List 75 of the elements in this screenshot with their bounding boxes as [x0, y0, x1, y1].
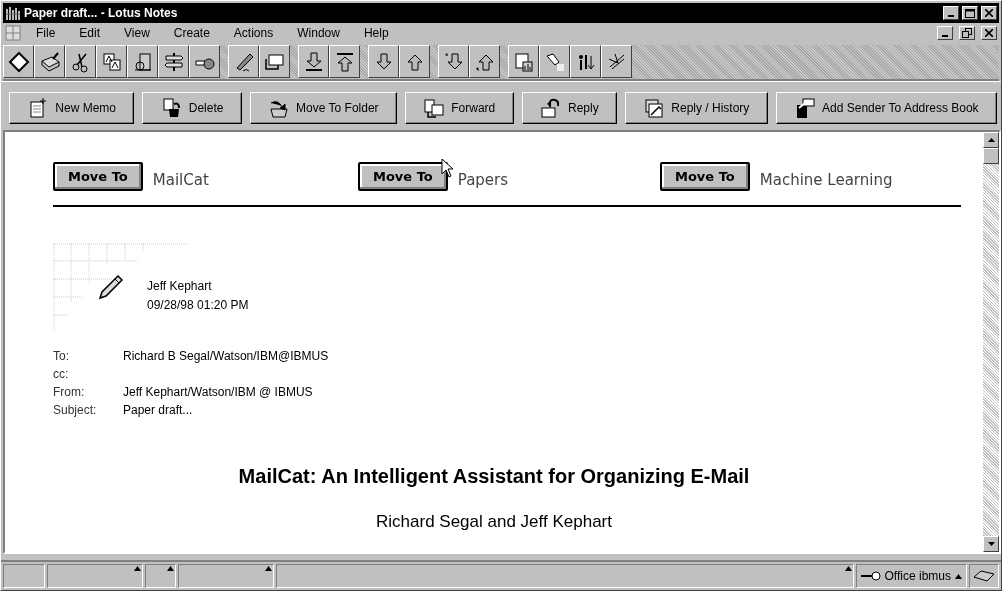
caret-icon[interactable] [955, 573, 962, 579]
folder-name: MailCat [152, 171, 209, 189]
letters-icon[interactable] [96, 45, 127, 78]
scroll-up-icon [987, 138, 995, 142]
caret-icon[interactable] [167, 566, 174, 571]
scissors-icon[interactable] [65, 45, 96, 78]
document-authors: Richard Segal and Jeff Kephart [375, 512, 613, 532]
action-button[interactable]: Forward [404, 92, 514, 124]
field-label: Subject: [53, 402, 98, 419]
caret-icon[interactable] [265, 566, 272, 571]
close-button[interactable] [981, 6, 997, 20]
menu-item[interactable]: Actions [224, 26, 283, 40]
action-button[interactable]: Add Sender To Address Book [775, 92, 997, 124]
close-button[interactable] [981, 26, 997, 40]
mouse-pointer-icon [441, 158, 454, 178]
key-icon [860, 571, 881, 581]
arrow-down-icon[interactable] [368, 45, 399, 78]
move-to-button[interactable]: Move To [660, 162, 750, 191]
field-value: Richard B Segal/Watson/IBM@IBMUS [123, 349, 329, 363]
pencil-icon [97, 273, 125, 301]
window-title: Paper draft... - Lotus Notes [24, 6, 179, 20]
star-arrow-up-icon[interactable] [469, 45, 500, 78]
action-button[interactable]: Delete [142, 92, 242, 124]
menu-item[interactable]: File [27, 26, 65, 40]
caret-icon[interactable] [844, 566, 852, 571]
folder-name: Papers [457, 171, 509, 189]
arrow-up-bar-icon[interactable] [329, 45, 360, 78]
restore-button[interactable] [959, 26, 975, 40]
field-value: Paper draft... [123, 403, 193, 417]
arrow-up-icon[interactable] [399, 45, 430, 78]
move-to-button[interactable]: Move To [53, 162, 143, 191]
sent-date: 09/28/98 01:20 PM [147, 297, 249, 314]
field-label: From: [53, 384, 86, 401]
menu-item[interactable]: Edit [70, 26, 110, 40]
close-icon [985, 29, 993, 37]
maximize-button[interactable] [962, 6, 978, 20]
signpost-icon[interactable] [158, 45, 189, 78]
documents-icon [423, 97, 446, 119]
field-label: To: [53, 348, 70, 365]
arrow-down-bar-icon[interactable] [298, 45, 329, 78]
scroll-thumb[interactable] [983, 148, 999, 164]
status-panel [3, 564, 45, 588]
document-chart-icon[interactable] [508, 45, 539, 78]
action-button[interactable]: New Memo [9, 92, 135, 124]
paste-icon[interactable] [127, 45, 158, 78]
scroll-down-icon [987, 542, 995, 546]
pen-papers-icon [643, 97, 666, 119]
menu-item[interactable]: View [115, 26, 159, 40]
maximize-icon [965, 8, 975, 18]
vertical-scrollbar[interactable] [983, 132, 999, 552]
hand-card-icon[interactable] [259, 45, 290, 78]
move-to-button[interactable]: Move To [358, 162, 448, 191]
folder-name: Machine Learning [759, 171, 893, 189]
book-icon[interactable] [34, 45, 65, 78]
menu-item[interactable]: Create [164, 26, 219, 40]
restore-icon [962, 28, 972, 38]
location-selector[interactable]: Office ibmus [855, 564, 967, 588]
action-button[interactable]: Reply [521, 92, 617, 124]
field-value: Jeff Kephart/Watson/IBM @ IBMUS [123, 385, 313, 399]
action-button[interactable]: Reply / History [625, 92, 768, 124]
star-arrow-down-icon[interactable] [438, 45, 469, 78]
close-icon [985, 9, 993, 17]
action-button[interactable]: Move To Folder [249, 92, 397, 124]
minimize-button[interactable] [937, 26, 953, 40]
author-name: Jeff Kephart [147, 278, 213, 295]
minimize-button[interactable] [943, 6, 959, 20]
menu-item[interactable]: Help [354, 26, 398, 40]
menu-item[interactable]: Window [288, 26, 349, 40]
trash-can-icon [160, 97, 183, 119]
app-logo-icon [5, 5, 21, 21]
pen-icon[interactable] [228, 45, 259, 78]
inbox-tray-icon[interactable] [973, 569, 995, 583]
document-title: MailCat: An Intelligent Assistant for Organizing E-Mail [237, 465, 751, 488]
field-label: cc: [53, 366, 70, 383]
caret-icon[interactable] [134, 566, 141, 571]
